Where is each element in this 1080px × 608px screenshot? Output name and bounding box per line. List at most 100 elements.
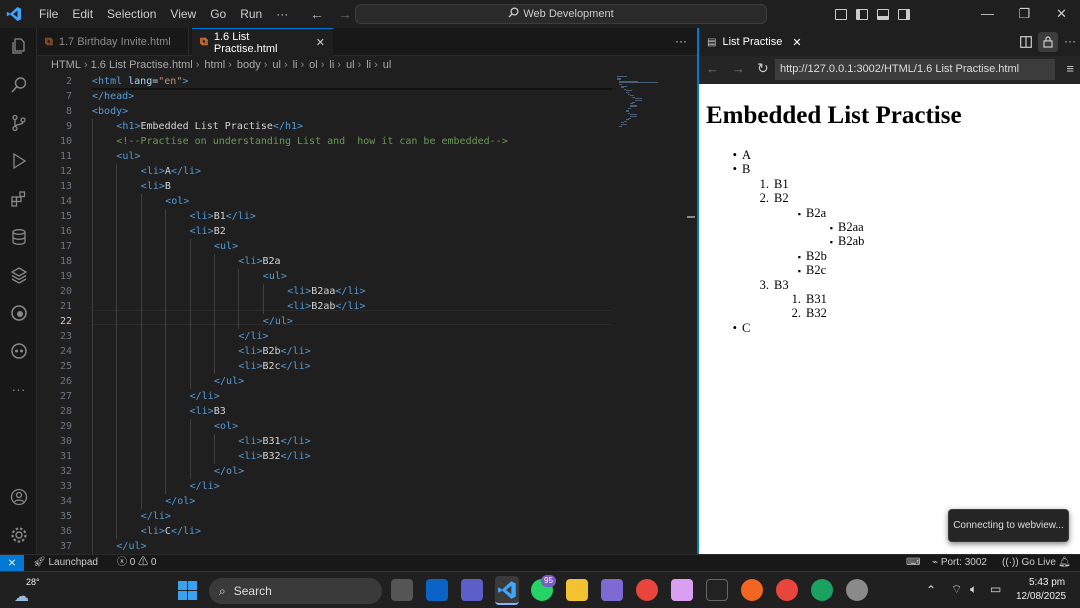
close-window-icon[interactable]: ✕ (1043, 0, 1080, 28)
toggle-primary-sidebar-icon[interactable] (856, 8, 868, 20)
run-debug-icon[interactable] (0, 146, 37, 176)
copilot-icon[interactable] (0, 336, 37, 366)
code-line[interactable]: 23 </li> (37, 329, 697, 344)
url-input[interactable]: http://127.0.0.1:3002/HTML/1.6 List Prac… (775, 59, 1055, 80)
layers-icon[interactable] (0, 260, 37, 290)
browser-forward-icon[interactable]: → (732, 61, 745, 76)
menu-go[interactable]: Go (203, 0, 233, 28)
tab-list-practise[interactable]: ⧉ 1.6 List Practise.html ✕ (192, 28, 333, 56)
code-line[interactable]: 7 </head> (37, 89, 697, 104)
code-line[interactable]: 14 <ol> (37, 194, 697, 209)
code-line[interactable]: 12 <li>A</li> (37, 164, 697, 179)
reload-icon[interactable]: ↻ (757, 60, 769, 77)
command-center-search[interactable]: Web Development (355, 4, 767, 24)
breadcrumb-item[interactable]: ul (344, 59, 355, 71)
menu-view[interactable]: View (163, 0, 203, 28)
go-live-item[interactable]: ((·)) Go Live (1002, 555, 1056, 571)
tab-simple-browser[interactable]: ▤ List Practise ✕ (699, 28, 810, 56)
whatsapp-icon[interactable]: 95 (531, 575, 556, 601)
breadcrumb-item[interactable]: 1.6 List Practise.html (91, 59, 193, 71)
breadcrumb-item[interactable]: body (235, 59, 261, 71)
battery-icon[interactable]: ▭ (990, 582, 1001, 596)
breadcrumb-item[interactable]: li (364, 59, 371, 71)
close-tab-icon[interactable]: ✕ (792, 36, 801, 49)
code-line[interactable]: 22 </ul> (37, 314, 697, 329)
file-explorer-icon[interactable] (566, 579, 588, 601)
code-line[interactable]: 29 <ol> (37, 419, 697, 434)
split-editor-icon[interactable] (1020, 36, 1032, 51)
edge-browser-icon[interactable] (0, 298, 37, 328)
code-line[interactable]: 28 <li>B3 (37, 404, 697, 419)
settings-app-icon[interactable] (846, 579, 868, 601)
source-control-icon[interactable] (0, 108, 37, 138)
toggle-panel-icon[interactable] (877, 8, 889, 20)
chrome-profile-icon[interactable] (776, 579, 798, 601)
breadcrumb-item[interactable]: li (291, 59, 298, 71)
teams-icon[interactable] (461, 579, 483, 601)
code-line[interactable]: 17 <ul> (37, 239, 697, 254)
outlook-icon[interactable] (426, 579, 448, 601)
breadcrumb-item[interactable]: HTML (51, 59, 81, 71)
weather-widget[interactable]: ☁ 28° (14, 577, 42, 605)
code-line[interactable]: 34 </ol> (37, 494, 697, 509)
forward-arrow-icon[interactable]: → (338, 6, 352, 22)
wifi-icon[interactable]: ⌔ (951, 582, 962, 597)
code-line[interactable]: 8 <body> (37, 104, 697, 119)
code-line[interactable]: 37 </ul> (37, 539, 697, 554)
toggle-secondary-sidebar-icon[interactable] (898, 8, 910, 20)
windows-start-icon[interactable] (178, 581, 198, 601)
code-line[interactable]: 27 </li> (37, 389, 697, 404)
menu-selection[interactable]: Selection (100, 0, 163, 28)
code-line[interactable]: 9 <h1>Embedded List Practise</h1> (37, 119, 697, 134)
notifications-bell-icon[interactable]: 🔔︎ (1058, 555, 1071, 571)
breadcrumb-item[interactable]: li (327, 59, 334, 71)
close-tab-icon[interactable]: ✕ (316, 36, 325, 49)
code-line[interactable]: 25 <li>B2c</li> (37, 359, 697, 374)
code-line[interactable]: 13 <li>B (37, 179, 697, 194)
brave-icon[interactable] (741, 579, 763, 601)
problems-item[interactable]: ⓧ 0 ⚠ 0 (117, 555, 156, 571)
clock-date[interactable]: 12/08/2025 (1016, 591, 1066, 602)
menu-edit[interactable]: Edit (65, 0, 100, 28)
account-icon[interactable] (0, 482, 37, 512)
code-line[interactable]: 24 <li>B2b</li> (37, 344, 697, 359)
code-line[interactable]: 30 <li>B31</li> (37, 434, 697, 449)
more-views-icon[interactable]: ··· (0, 374, 37, 404)
clock-time[interactable]: 5:43 pm (1029, 577, 1065, 588)
breadcrumb-item[interactable]: ul (381, 59, 392, 71)
davinci-icon[interactable] (706, 579, 728, 601)
browser-menu-icon[interactable]: ≡ (1066, 61, 1074, 76)
code-line[interactable]: 31 <li>B32</li> (37, 449, 697, 464)
port-item[interactable]: ⌁ Port: 3002 (932, 555, 987, 571)
volume-icon[interactable]: 🔈︎ (970, 582, 977, 597)
code-line[interactable]: 16 <li>B2 (37, 224, 697, 239)
customize-layout-icon[interactable] (835, 8, 847, 20)
taskbar-search[interactable]: ⌕ Search (209, 578, 382, 604)
notification-toast[interactable]: Connecting to webview... (948, 509, 1069, 542)
tray-chevron-icon[interactable]: ⌃ (926, 583, 936, 597)
tab-birthday-invite[interactable]: ⧉ 1.7 Birthday Invite.html (37, 28, 189, 56)
launchpad-item[interactable]: 🚀︎ Launchpad (33, 555, 98, 571)
manage-gear-icon[interactable] (0, 520, 37, 550)
extensions-icon[interactable] (0, 184, 37, 214)
code-line[interactable]: 15 <li>B1</li> (37, 209, 697, 224)
code-line[interactable]: 21 <li>B2ab</li> (37, 299, 697, 314)
more-actions-icon[interactable]: ··· (1064, 34, 1076, 48)
back-arrow-icon[interactable]: ← (310, 6, 324, 22)
code-line[interactable]: 35 </li> (37, 509, 697, 524)
code-line[interactable]: 19 <ul> (37, 269, 697, 284)
tab-actions-more[interactable]: ··· (675, 34, 687, 48)
code-line[interactable]: 2 <html lang="en"> (37, 74, 697, 89)
editor-scrollbar[interactable] (687, 216, 695, 218)
restore-icon[interactable]: ❐ (1006, 0, 1043, 28)
minimap[interactable] (617, 74, 697, 144)
layout-status-icon[interactable]: ⌨ (906, 555, 920, 571)
code-editor[interactable]: 2 <html lang="en"> 7 </head> 8 <body> 9 <h1>Emb… (37, 74, 697, 554)
explorer-icon[interactable] (0, 31, 37, 61)
code-line[interactable]: 26 </ul> (37, 374, 697, 389)
copilot-taskbar-icon[interactable] (671, 579, 693, 601)
code-line[interactable]: 11 <ul> (37, 149, 697, 164)
code-line[interactable]: 10 <!--Practise on understanding List and… (37, 134, 697, 149)
menu-file[interactable]: File (32, 0, 65, 28)
task-view-icon[interactable] (391, 579, 413, 601)
